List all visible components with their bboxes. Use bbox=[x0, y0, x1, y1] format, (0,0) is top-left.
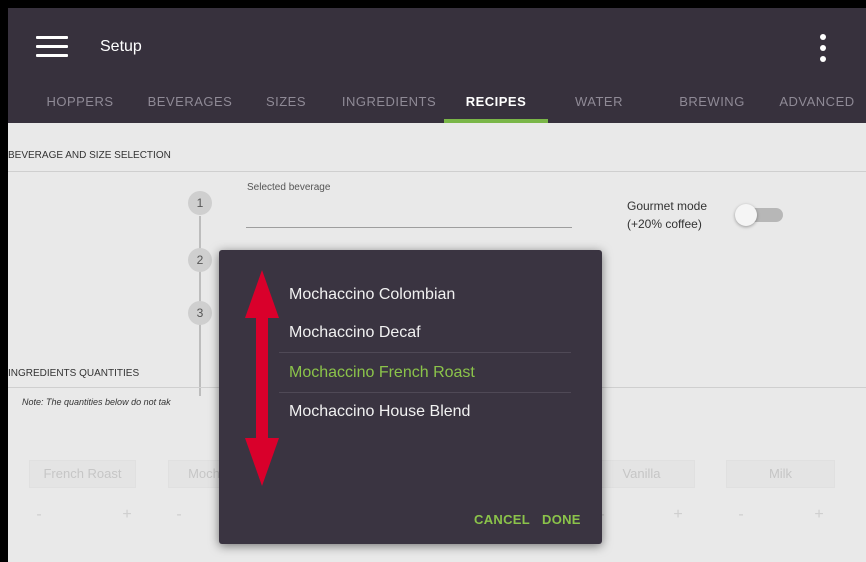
tab-hoppers[interactable]: HOPPERS bbox=[30, 86, 130, 123]
scroll-arrow-icon bbox=[245, 270, 279, 486]
tab-brewing[interactable]: BREWING bbox=[668, 86, 756, 123]
decrease-button[interactable]: - bbox=[166, 502, 192, 528]
beverage-option[interactable]: Mochaccino House Blend bbox=[289, 393, 571, 431]
gourmet-mode-toggle[interactable] bbox=[735, 204, 783, 226]
gourmet-mode-subtitle: (+20% coffee) bbox=[627, 217, 702, 231]
more-vert-icon[interactable] bbox=[818, 34, 828, 64]
beverage-option-selected[interactable]: Mochaccino French Roast bbox=[289, 354, 571, 392]
beverage-option[interactable]: Mochaccino Colombian bbox=[289, 276, 571, 314]
beverage-picker-dialog: Mochaccino Colombian Mochaccino Decaf Mo… bbox=[219, 250, 602, 544]
app-bar: Setup HOPPERS BEVERAGES SIZES INGREDIENT… bbox=[8, 8, 866, 123]
decrease-button[interactable]: - bbox=[728, 502, 754, 528]
beverage-option[interactable]: Mochaccino Decaf bbox=[289, 314, 571, 352]
increase-button[interactable]: + bbox=[114, 502, 140, 528]
tab-ingredients[interactable]: INGREDIENTS bbox=[334, 86, 444, 123]
tab-bar: HOPPERS BEVERAGES SIZES INGREDIENTS RECI… bbox=[8, 86, 866, 123]
quantities-note: Note: The quantities below do not tak bbox=[22, 397, 171, 407]
tab-advanced[interactable]: ADVANCED bbox=[768, 86, 866, 123]
tab-beverages[interactable]: BEVERAGES bbox=[130, 86, 250, 123]
step-1-badge: 1 bbox=[188, 191, 212, 215]
dropdown-caret bbox=[400, 238, 424, 250]
decrease-button[interactable]: - bbox=[26, 502, 52, 528]
toggle-knob bbox=[735, 204, 757, 226]
app-screen: Setup HOPPERS BEVERAGES SIZES INGREDIENT… bbox=[8, 8, 866, 562]
step-2-badge: 2 bbox=[188, 248, 212, 272]
ingredient-chip-milk[interactable]: Milk bbox=[726, 460, 835, 488]
option-divider bbox=[279, 352, 571, 353]
selected-beverage-label: Selected beverage bbox=[247, 182, 331, 193]
section-header-ingredients: INGREDIENTS QUANTITIES bbox=[8, 368, 140, 379]
tab-water[interactable]: WATER bbox=[564, 86, 634, 123]
divider bbox=[8, 171, 866, 172]
tab-recipes[interactable]: RECIPES bbox=[444, 86, 548, 123]
gourmet-mode-title: Gourmet mode bbox=[627, 199, 708, 213]
done-button[interactable]: DONE bbox=[542, 512, 581, 527]
increase-button[interactable]: + bbox=[806, 502, 832, 528]
section-header-beverage-size: BEVERAGE AND SIZE SELECTION bbox=[8, 150, 171, 161]
ingredient-chip-french-roast[interactable]: French Roast bbox=[29, 460, 136, 488]
ingredient-chip-vanilla[interactable]: Vanilla bbox=[588, 460, 695, 488]
gourmet-mode-label: Gourmet mode (+20% coffee) bbox=[627, 197, 707, 233]
tab-sizes[interactable]: SIZES bbox=[250, 86, 322, 123]
step-3-badge: 3 bbox=[188, 301, 212, 325]
selected-beverage-field[interactable] bbox=[246, 227, 572, 228]
menu-icon[interactable] bbox=[36, 36, 68, 58]
app-title: Setup bbox=[100, 38, 142, 55]
cancel-button[interactable]: CANCEL bbox=[474, 512, 530, 527]
increase-button[interactable]: + bbox=[665, 502, 691, 528]
